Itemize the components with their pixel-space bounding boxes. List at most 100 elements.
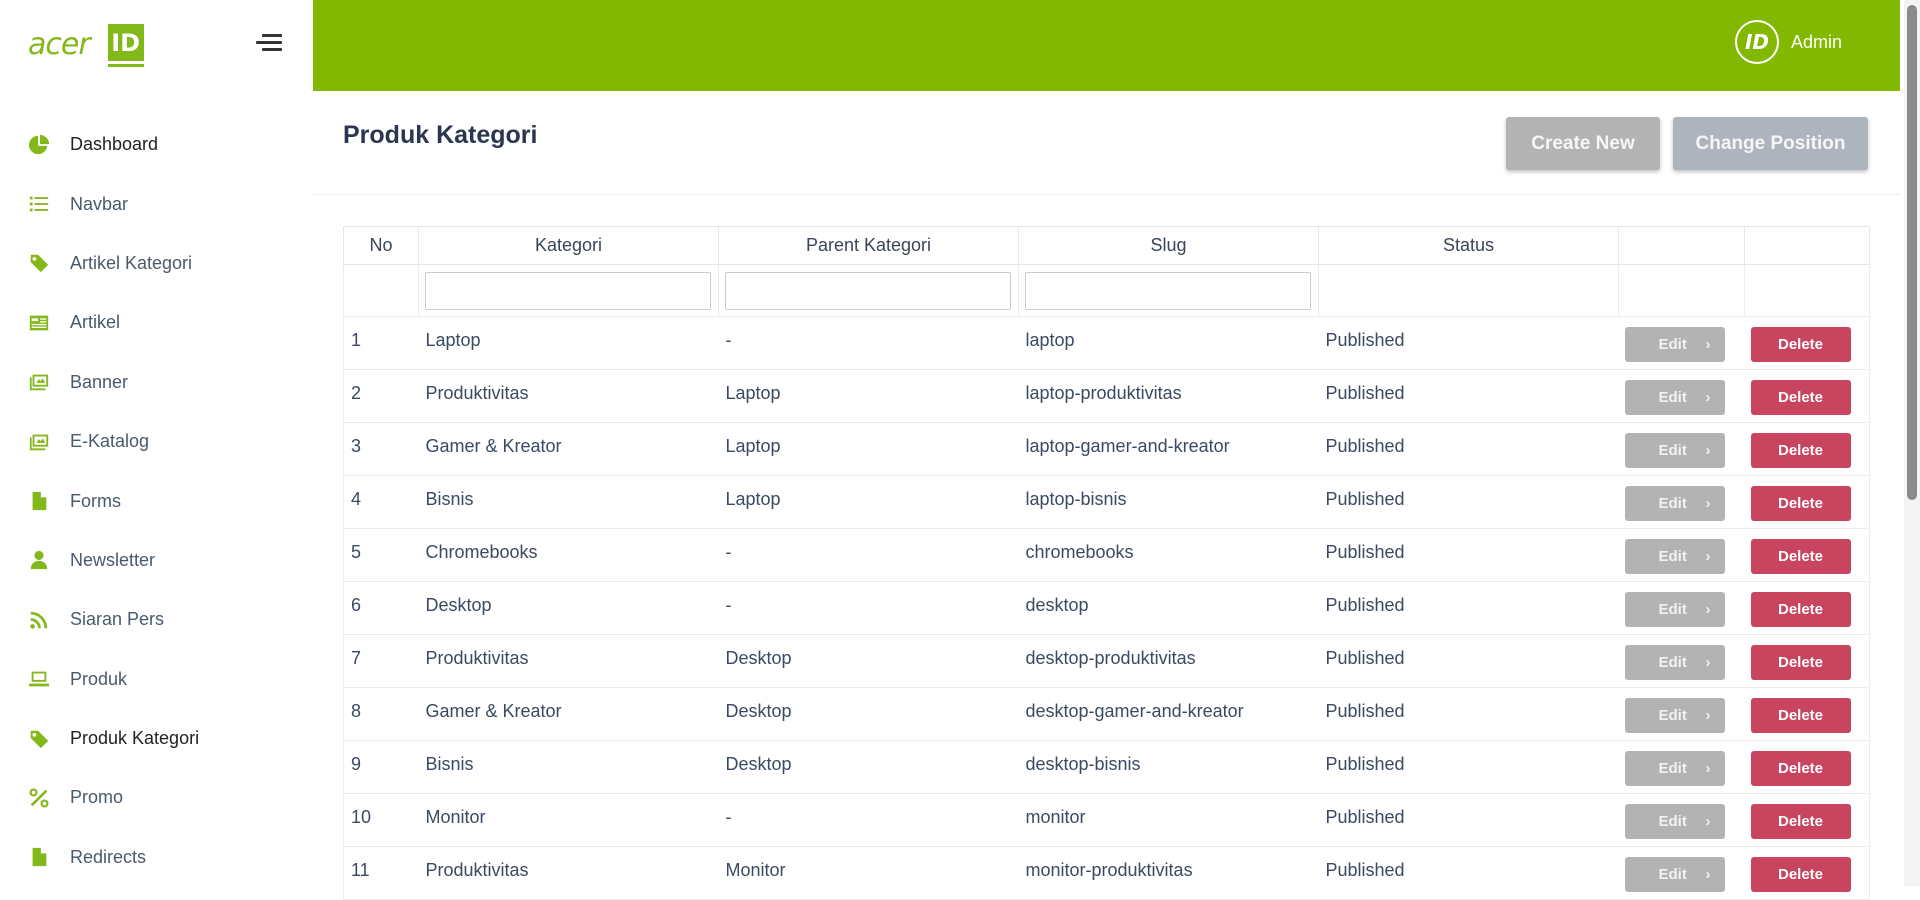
delete-button[interactable]: Delete (1750, 857, 1851, 892)
sidebar-item-label: Forms (70, 490, 121, 511)
chevron-right-icon: › (1705, 389, 1711, 406)
table-row: 3 Gamer & Kreator Laptop laptop-gamer-and-k… (343, 422, 1870, 476)
edit-button[interactable]: Edit › (1624, 804, 1725, 839)
sidebar-item-newsletter[interactable]: Newsletter (0, 531, 313, 590)
cell-parent-kategori: Desktop (718, 740, 1019, 794)
table-row: 6 Desktop - desktop Published Edit › Delete (343, 581, 1870, 635)
chevron-right-icon: › (1705, 548, 1711, 565)
sidebar-item-promo[interactable]: Promo (0, 768, 313, 827)
sidebar-item-produk-kategori[interactable]: Produk Kategori (0, 709, 313, 768)
col-no[interactable]: No (343, 226, 419, 265)
cell-kategori: Gamer & Kreator (418, 422, 719, 476)
col-kategori[interactable]: Kategori (418, 226, 719, 265)
table-row: 5 Chromebooks - chromebooks Published Edit › De… (343, 528, 1870, 582)
edit-button[interactable]: Edit › (1624, 857, 1725, 892)
user-menu[interactable]: ID Admin (1734, 20, 1842, 64)
delete-button[interactable]: Delete (1750, 592, 1851, 627)
col-slug[interactable]: Slug (1018, 226, 1319, 265)
cell-slug: chromebooks (1018, 528, 1319, 582)
percent-icon (28, 787, 50, 809)
edit-label: Edit (1658, 760, 1687, 777)
delete-button[interactable]: Delete (1750, 539, 1851, 574)
sidebar-item-label: Artikel Kategori (70, 252, 193, 273)
delete-button[interactable]: Delete (1750, 645, 1851, 680)
pie-chart-icon (28, 134, 50, 156)
delete-button[interactable]: Delete (1750, 751, 1851, 786)
images-icon (28, 431, 50, 453)
delete-button[interactable]: Delete (1750, 698, 1851, 733)
acer-id-logo[interactable]: acer ID (28, 22, 144, 66)
sidebar: acer ID Dashboard Navbar Artikel Kategori A… (0, 0, 313, 886)
chevron-right-icon: › (1705, 336, 1711, 353)
delete-cell: Delete (1744, 740, 1870, 794)
create-new-button[interactable]: Create New (1506, 117, 1660, 170)
edit-button[interactable]: Edit › (1624, 327, 1725, 362)
edit-button[interactable]: Edit › (1624, 751, 1725, 786)
cell-status: Published (1318, 634, 1619, 688)
edit-cell: Edit › (1618, 316, 1745, 370)
filter-slug-input[interactable] (1025, 271, 1311, 310)
page-scrollbar-track[interactable] (1904, 0, 1920, 886)
delete-button[interactable]: Delete (1750, 380, 1851, 415)
sidebar-item-artikel-kategori[interactable]: Artikel Kategori (0, 234, 313, 293)
edit-button[interactable]: Edit › (1624, 380, 1725, 415)
sidebar-item-banner[interactable]: Banner (0, 353, 313, 412)
edit-button[interactable]: Edit › (1624, 698, 1725, 733)
cell-kategori: Laptop (418, 316, 719, 370)
edit-label: Edit (1658, 336, 1687, 353)
change-position-button[interactable]: Change Position (1673, 117, 1868, 170)
table-header: No Kategori Parent Kategori Slug Status (343, 226, 1870, 265)
cell-no: 3 (343, 422, 419, 476)
page-scrollbar-thumb[interactable] (1907, 5, 1917, 500)
sidebar-item-label: Navbar (70, 193, 129, 214)
cell-slug: monitor (1018, 793, 1319, 847)
delete-button[interactable]: Delete (1750, 486, 1851, 521)
cell-parent-kategori: Desktop (718, 687, 1019, 741)
cell-kategori: Monitor (418, 793, 719, 847)
page-title: Produk Kategori (343, 121, 538, 149)
sidebar-item-redirects[interactable]: Redirects (0, 828, 313, 887)
delete-button[interactable]: Delete (1750, 433, 1851, 468)
edit-label: Edit (1658, 707, 1687, 724)
cell-slug: desktop (1018, 581, 1319, 635)
edit-cell: Edit › (1618, 369, 1745, 423)
sidebar-item-dashboard[interactable]: Dashboard (0, 115, 313, 174)
edit-button[interactable]: Edit › (1624, 486, 1725, 521)
delete-button[interactable]: Delete (1750, 327, 1851, 362)
edit-button[interactable]: Edit › (1624, 645, 1725, 680)
sidebar-item-artikel[interactable]: Artikel (0, 293, 313, 352)
tag-icon (28, 728, 50, 750)
cell-kategori: Bisnis (418, 740, 719, 794)
sidebar-item-produk[interactable]: Produk (0, 650, 313, 709)
delete-cell: Delete (1744, 687, 1870, 741)
edit-button[interactable]: Edit › (1624, 592, 1725, 627)
filter-kategori-input[interactable] (425, 271, 711, 310)
chevron-right-icon: › (1705, 707, 1711, 724)
delete-cell: Delete (1744, 369, 1870, 423)
sidebar-nav: Dashboard Navbar Artikel Kategori Artikel Ba… (0, 115, 313, 887)
col-status[interactable]: Status (1318, 226, 1619, 265)
delete-button[interactable]: Delete (1750, 804, 1851, 839)
filter-parent-input[interactable] (725, 271, 1011, 310)
edit-button[interactable]: Edit › (1624, 433, 1725, 468)
chevron-right-icon: › (1705, 813, 1711, 830)
cell-parent-kategori: Laptop (718, 422, 1019, 476)
sidebar-item-e-katalog[interactable]: E-Katalog (0, 412, 313, 471)
cell-status: Published (1318, 528, 1619, 582)
edit-button[interactable]: Edit › (1624, 539, 1725, 574)
col-parent-kategori[interactable]: Parent Kategori (718, 226, 1019, 265)
delete-cell: Delete (1744, 793, 1870, 847)
sidebar-item-forms[interactable]: Forms (0, 471, 313, 530)
cell-status: Published (1318, 687, 1619, 741)
cell-status: Published (1318, 846, 1619, 900)
cell-status: Published (1318, 475, 1619, 529)
cell-slug: laptop-bisnis (1018, 475, 1319, 529)
sidebar-item-navbar[interactable]: Navbar (0, 174, 313, 233)
logo-text: acer (28, 26, 91, 62)
cell-parent-kategori: Laptop (718, 369, 1019, 423)
main-content: Produk Kategori Create New Change Positi… (313, 91, 1900, 900)
sidebar-item-siaran-pers[interactable]: Siaran Pers (0, 590, 313, 649)
edit-label: Edit (1658, 442, 1687, 459)
menu-toggle-icon[interactable] (256, 34, 282, 54)
table-row: 4 Bisnis Laptop laptop-bisnis Published Edit ›… (343, 475, 1870, 529)
